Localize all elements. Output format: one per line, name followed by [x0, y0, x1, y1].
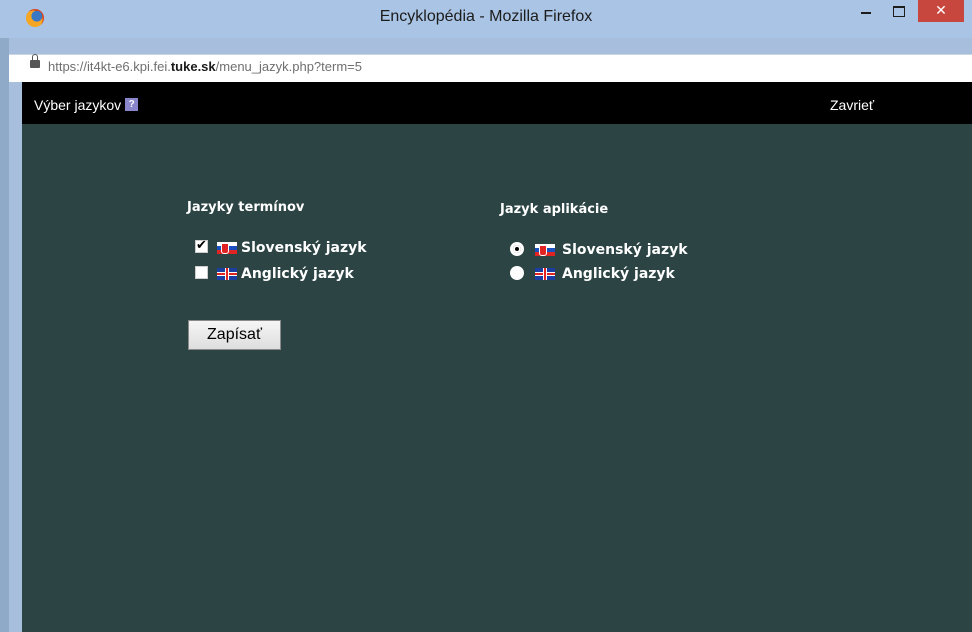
url-domain: tuke.sk [170, 59, 216, 74]
sk-flag-icon [217, 242, 237, 254]
english-terms-checkbox[interactable] [195, 266, 208, 279]
app-option-label: Anglický jazyk [562, 266, 675, 282]
uk-flag-icon [217, 268, 237, 280]
close-link[interactable]: Zavrieť [830, 82, 874, 128]
close-icon: ✕ [935, 3, 947, 19]
slovak-terms-checkbox[interactable] [195, 238, 208, 253]
main-content: Jazyky termínov Slovenský jazyk Anglický… [22, 124, 972, 632]
submit-button[interactable]: Zapísať [188, 320, 281, 350]
window-title: Encyklopédia - Mozilla Firefox [379, 8, 593, 25]
window-left-edge [0, 0, 9, 632]
app-language-title: Jazyk aplikácie [500, 202, 609, 217]
minimize-button[interactable] [852, 0, 880, 22]
uk-flag-icon [535, 268, 555, 280]
terms-languages-title: Jazyky termínov [187, 200, 305, 215]
maximize-icon [893, 6, 905, 17]
terms-option-label: Anglický jazyk [241, 266, 354, 282]
page-navbar: Výber jazykov? Zavrieť [22, 82, 972, 124]
window-titlebar[interactable]: Encyklopédia - Mozilla Firefox ✕ [0, 0, 972, 38]
app-option-label: Slovenský jazyk [562, 242, 688, 258]
url-suffix: /menu_jazyk.php?term=5 [215, 59, 362, 74]
navbar-title-text: Výber jazykov [34, 97, 122, 113]
lock-icon [30, 54, 40, 68]
sk-flag-icon [535, 244, 555, 256]
minimize-icon [861, 12, 871, 14]
slovak-app-radio[interactable] [510, 242, 524, 256]
url-text[interactable]: https://it4kt-e6.kpi.fei.tuke.sk/menu_ja… [48, 55, 362, 79]
maximize-button[interactable] [885, 0, 913, 22]
url-prefix: https://it4kt-e6.kpi.fei. [48, 59, 171, 74]
close-window-button[interactable]: ✕ [918, 0, 964, 22]
english-app-radio[interactable] [510, 266, 524, 280]
terms-option-label: Slovenský jazyk [241, 240, 367, 256]
navbar-title: Výber jazykov? [34, 82, 139, 128]
help-icon[interactable]: ? [125, 98, 139, 111]
